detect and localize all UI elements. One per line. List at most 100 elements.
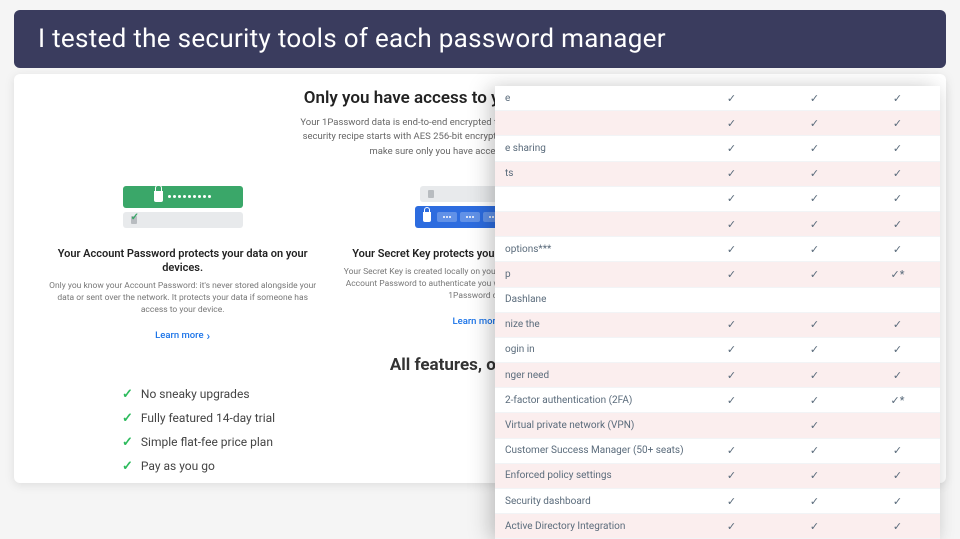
- table-label: e sharing: [495, 143, 690, 154]
- feature-item: ✓Pay as you go: [122, 459, 522, 474]
- table-cell: [690, 444, 773, 457]
- table-row: [495, 212, 940, 237]
- table-label: Dashlane: [495, 294, 690, 305]
- table-cell: [856, 495, 939, 508]
- table-label: Active Directory Integration: [495, 521, 690, 532]
- input-outline-icon: [123, 212, 243, 228]
- table-cell: [690, 343, 773, 356]
- table-cell: [856, 243, 939, 256]
- table-row: ts: [495, 162, 940, 187]
- table-cell: [690, 469, 773, 482]
- feature-item: ✓Simple flat-fee price plan: [122, 435, 522, 450]
- table-cell: [690, 92, 773, 105]
- col-heading: Your Account Password protects your data…: [42, 247, 323, 276]
- table-cell: [856, 394, 939, 407]
- table-label: ogin in: [495, 344, 690, 355]
- table-label: ts: [495, 168, 690, 179]
- table-cell: [856, 520, 939, 533]
- table-row: Enforced policy settings: [495, 464, 940, 489]
- feature-item: ✓Fully featured 14-day trial: [122, 411, 522, 426]
- check-icon: ✓: [122, 411, 133, 426]
- table-cell: [773, 142, 856, 155]
- feature-item: ✓No sneaky upgrades: [122, 387, 522, 402]
- table-row: [495, 111, 940, 136]
- features-col-left: ✓No sneaky upgrades ✓Fully featured 14-d…: [122, 387, 522, 483]
- table-row: 2-factor authentication (2FA): [495, 388, 940, 413]
- table-cell: [773, 520, 856, 533]
- table-cell: [773, 369, 856, 382]
- table-cell: [773, 92, 856, 105]
- table-cell: [856, 192, 939, 205]
- table-cell: [856, 469, 939, 482]
- table-cell: [690, 218, 773, 231]
- table-cell: [690, 167, 773, 180]
- table-cell: [773, 243, 856, 256]
- table-cell: [690, 520, 773, 533]
- table-label: nger need: [495, 370, 690, 381]
- learn-more-link[interactable]: Learn more: [155, 329, 210, 343]
- table-row: Active Directory Integration: [495, 514, 940, 539]
- table-label: p: [495, 269, 690, 280]
- table-cell: [856, 92, 939, 105]
- table-cell: [773, 469, 856, 482]
- table-cell: [773, 343, 856, 356]
- table-cell: [690, 117, 773, 130]
- table-row: ogin in: [495, 338, 940, 363]
- table-cell: [773, 444, 856, 457]
- table-cell: [856, 142, 939, 155]
- table-row: e sharing: [495, 136, 940, 161]
- table-cell: [690, 394, 773, 407]
- table-cell: [773, 192, 856, 205]
- table-cell: [690, 142, 773, 155]
- lock-password-icon: [123, 186, 243, 208]
- table-label: options***: [495, 244, 690, 255]
- table-cell: [856, 318, 939, 331]
- table-label: nize the: [495, 319, 690, 330]
- table-cell: [690, 243, 773, 256]
- table-cell: [690, 369, 773, 382]
- table-row: nger need: [495, 363, 940, 388]
- table-row: [495, 187, 940, 212]
- table-row: Dashlane: [495, 288, 940, 313]
- page-banner: I tested the security tools of each pass…: [14, 10, 946, 68]
- table-cell: [856, 218, 939, 231]
- table-label: Virtual private network (VPN): [495, 420, 690, 431]
- table-cell: [856, 343, 939, 356]
- comparison-table: e e sharing ts options*** p Dashlane nize the o…: [495, 86, 940, 539]
- col-desc: Only you know your Account Password: it'…: [42, 281, 323, 317]
- table-cell: [690, 318, 773, 331]
- table-cell: [690, 192, 773, 205]
- table-row: options***: [495, 237, 940, 262]
- account-password-illustration: [42, 179, 323, 235]
- table-cell: [773, 318, 856, 331]
- table-row: Customer Success Manager (50+ seats): [495, 439, 940, 464]
- check-icon: ✓: [122, 387, 133, 402]
- table-label: 2-factor authentication (2FA): [495, 395, 690, 406]
- check-icon: ✓: [122, 459, 133, 474]
- col-account-password: Your Account Password protects your data…: [38, 179, 327, 343]
- table-row: nize the: [495, 313, 940, 338]
- table-cell: [856, 369, 939, 382]
- check-icon: ✓: [122, 435, 133, 450]
- table-cell: [690, 268, 773, 281]
- table-cell: [773, 167, 856, 180]
- table-cell: [773, 394, 856, 407]
- table-cell: [773, 218, 856, 231]
- table-cell: [690, 495, 773, 508]
- table-row: Security dashboard: [495, 489, 940, 514]
- table-label: Enforced policy settings: [495, 470, 690, 481]
- table-cell: [856, 268, 939, 281]
- table-label: Customer Success Manager (50+ seats): [495, 445, 690, 456]
- table-row: e: [495, 86, 940, 111]
- table-label: Security dashboard: [495, 496, 690, 507]
- table-cell: [773, 268, 856, 281]
- table-cell: [773, 117, 856, 130]
- table-row: Virtual private network (VPN): [495, 413, 940, 438]
- table-cell: [856, 117, 939, 130]
- table-cell: [773, 495, 856, 508]
- table-row: p: [495, 262, 940, 287]
- table-label: e: [495, 93, 690, 104]
- table-cell: [856, 167, 939, 180]
- table-cell: [856, 444, 939, 457]
- table-cell: [773, 419, 856, 432]
